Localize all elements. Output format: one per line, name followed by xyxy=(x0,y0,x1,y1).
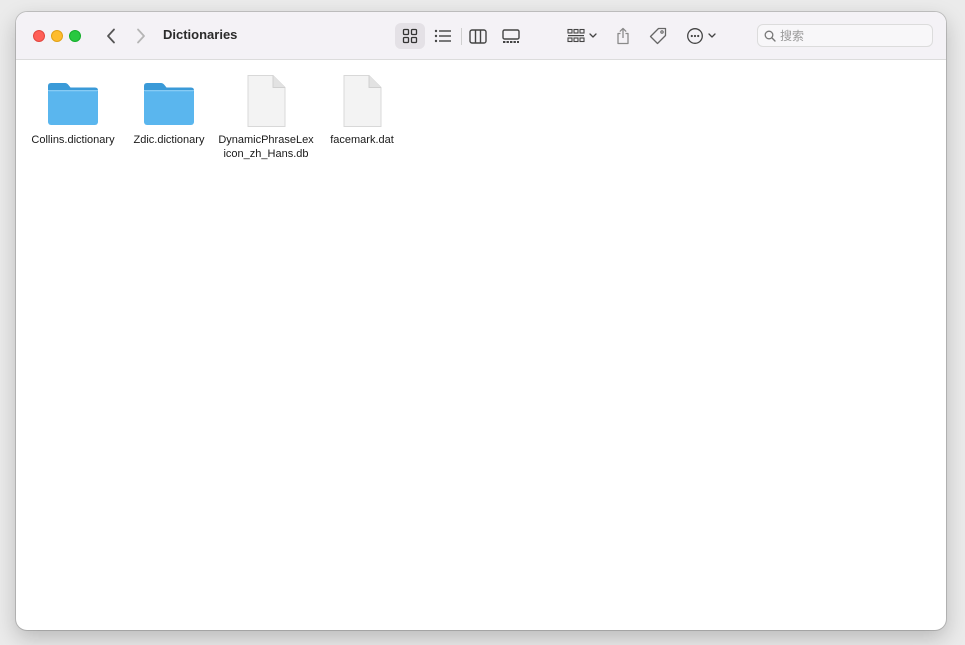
file-area: Collins.dictionary Zdic.dictionary Dynam… xyxy=(24,70,938,610)
view-as-gallery-button[interactable] xyxy=(496,23,526,49)
folder-icon xyxy=(43,70,103,128)
toolbar-separator xyxy=(461,28,462,45)
close-button[interactable] xyxy=(33,30,45,42)
forward-button[interactable] xyxy=(130,25,152,47)
more-actions-button[interactable] xyxy=(682,23,722,49)
group-grid-icon xyxy=(567,28,597,43)
list-icon xyxy=(434,29,451,43)
file-name: Zdic.dictionary xyxy=(133,134,205,146)
gallery-icon xyxy=(502,28,520,43)
finder-window: Dictionaries 搜索 Collins.dictionary Zdic.… xyxy=(16,12,946,630)
toolbar: Dictionaries xyxy=(16,12,946,60)
grid-icon xyxy=(402,28,418,44)
ellipsis-circle-icon xyxy=(687,28,716,44)
document-icon xyxy=(236,70,296,128)
window-title: Dictionaries xyxy=(163,27,238,42)
tag-icon xyxy=(649,27,667,45)
chevron-left-icon xyxy=(107,28,115,44)
file-item-dynamicphraselexicon-db[interactable]: DynamicPhraseLexicon_zh_Hans.db xyxy=(218,70,314,161)
file-name: facemark.dat xyxy=(330,134,394,146)
share-icon xyxy=(617,27,629,45)
view-as-list-button[interactable] xyxy=(428,23,458,49)
tag-button[interactable] xyxy=(645,23,671,49)
view-as-columns-button[interactable] xyxy=(463,23,493,49)
file-item-facemark-dat[interactable]: facemark.dat xyxy=(314,70,410,147)
file-item-zdic-dictionary[interactable]: Zdic.dictionary xyxy=(121,70,217,147)
maximize-button[interactable] xyxy=(69,30,81,42)
file-item-collins-dictionary[interactable]: Collins.dictionary xyxy=(25,70,121,147)
document-icon xyxy=(332,70,392,128)
file-name: DynamicPhraseLexicon_zh_Hans.db xyxy=(218,134,314,160)
minimize-button[interactable] xyxy=(51,30,63,42)
search-input[interactable] xyxy=(780,27,928,44)
group-by-button[interactable] xyxy=(562,23,602,49)
chevron-right-icon xyxy=(137,28,145,44)
share-button[interactable] xyxy=(611,23,635,49)
view-as-icons-button[interactable] xyxy=(395,23,425,49)
folder-icon xyxy=(139,70,199,128)
back-button[interactable] xyxy=(100,25,122,47)
search-icon xyxy=(764,30,776,42)
file-name: Collins.dictionary xyxy=(31,134,115,146)
search-field[interactable] xyxy=(757,24,933,47)
columns-icon xyxy=(469,28,487,44)
